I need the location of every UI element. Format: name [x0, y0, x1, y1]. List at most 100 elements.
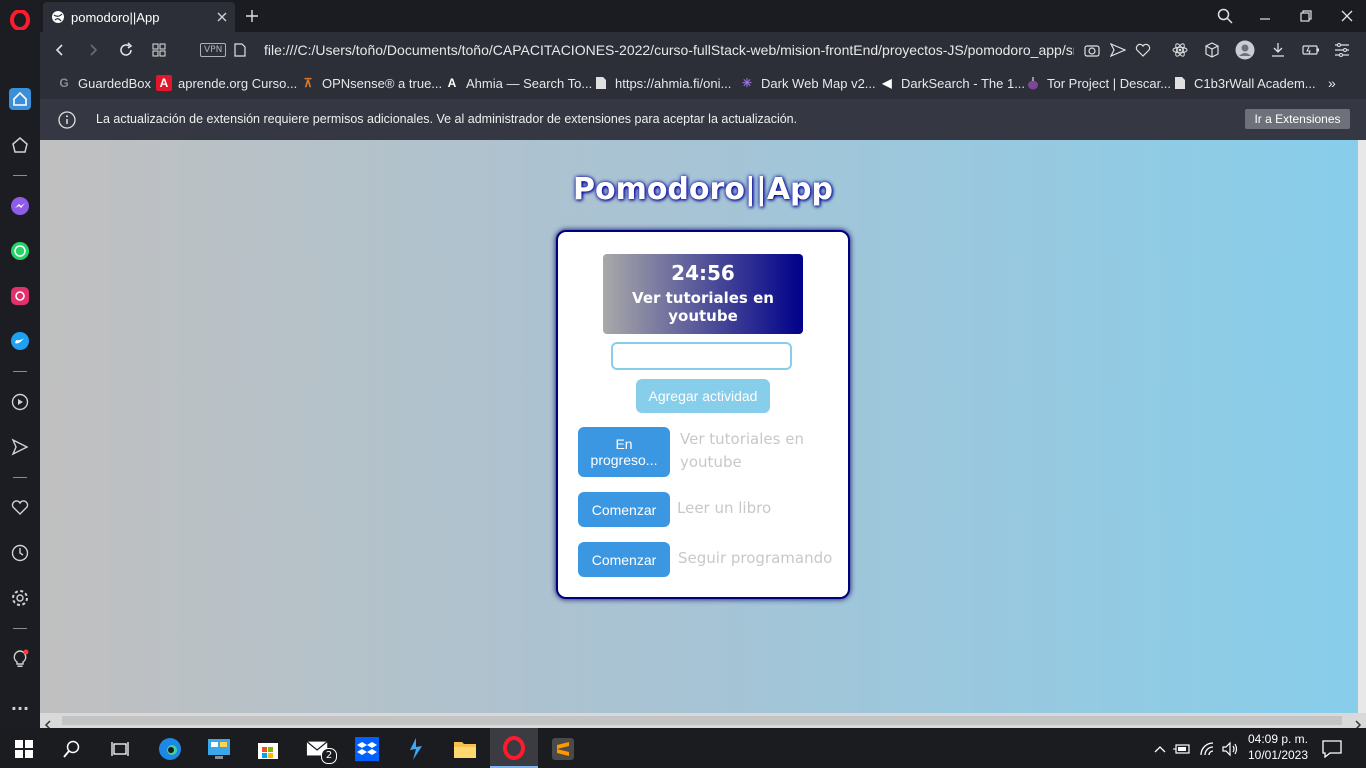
timer-value: 24:56 [671, 261, 735, 285]
timer-display: 24:56 Ver tutoriales en youtube [603, 254, 803, 334]
bookmark-heart-icon[interactable] [1133, 40, 1153, 60]
add-activity-button[interactable]: Agregar actividad [636, 379, 770, 413]
scrollbar-thumb[interactable] [62, 716, 1342, 725]
twitter-icon[interactable] [9, 330, 31, 352]
whatsapp-icon[interactable] [9, 240, 31, 262]
bookmark-c1b3rwall[interactable]: C1b3rWall Academ... [1172, 75, 1316, 91]
wifi-icon[interactable] [1196, 737, 1220, 761]
control-panel-icon[interactable] [207, 737, 231, 761]
task-view-icon[interactable] [108, 737, 132, 761]
forward-icon[interactable] [83, 40, 103, 60]
notice-message: La actualización de extensión requiere p… [96, 112, 798, 126]
bookmark-dark-web-map[interactable]: ✳ Dark Web Map v2... [739, 75, 876, 91]
microsoft-store-icon[interactable] [256, 737, 280, 761]
bookmarks-bar: G GuardedBox A aprende.org Curso... ⊼ OP… [40, 68, 1366, 99]
horizontal-scrollbar[interactable] [40, 713, 1366, 730]
document-icon [1172, 75, 1188, 91]
history-icon[interactable] [9, 542, 31, 564]
opera-sidebar: ··· [0, 0, 40, 728]
task-text: Seguir programando [678, 549, 833, 567]
page-viewport: Pomodoro||App 24:56 Ver tutoriales en yo… [40, 140, 1366, 713]
guardedbox-icon: G [59, 76, 69, 90]
go-to-extensions-button[interactable]: Ir a Extensiones [1245, 109, 1350, 129]
dark-web-map-icon: ✳ [741, 76, 753, 90]
task-start-button[interactable]: Comenzar [578, 492, 670, 527]
url-field[interactable]: file:///C:/Users/toño/Documents/toño/CAP… [264, 42, 1074, 58]
battery-saver-icon[interactable] [1301, 40, 1321, 60]
bookmark-guardedbox[interactable]: G GuardedBox [56, 75, 151, 91]
sublime-text-icon[interactable] [551, 737, 575, 761]
aprende-logo-icon: A [156, 75, 172, 91]
heart-icon[interactable] [9, 497, 31, 519]
windows-start-icon[interactable] [12, 737, 36, 761]
bookmark-darksearch[interactable]: ◀ DarkSearch - The 1... [879, 75, 1025, 91]
opera-logo-icon[interactable] [9, 9, 31, 31]
vertical-scrollbar[interactable] [1358, 140, 1366, 713]
settings-gear-icon[interactable] [9, 587, 31, 609]
react-devtools-icon[interactable] [1170, 40, 1190, 60]
edge-browser-icon[interactable] [158, 737, 182, 761]
opera-taskbar-active[interactable] [490, 728, 538, 768]
taskbar-clock[interactable]: 04:09 p. m. 10/01/2023 [1240, 731, 1316, 763]
bookmark-ahmia-onion[interactable]: https://ahmia.fi/oni... [593, 75, 731, 91]
more-options-icon[interactable]: ··· [9, 697, 31, 719]
tab-title: pomodoro||App [71, 9, 160, 25]
instagram-icon[interactable] [9, 285, 31, 307]
tab-strip: pomodoro||App [40, 0, 1366, 32]
info-icon [58, 111, 76, 133]
restore-icon[interactable] [1296, 6, 1316, 26]
task-text: Ver tutoriales en youtube [680, 430, 804, 471]
extension-cube-icon[interactable] [1202, 40, 1222, 60]
dropbox-icon[interactable] [355, 737, 379, 761]
speed-dial-home-icon[interactable] [9, 88, 31, 110]
windows-taskbar: 2 04:09 p. m. 10/01/2023 [0, 728, 1366, 768]
task-text: Leer un libro [677, 499, 772, 517]
back-icon[interactable] [50, 40, 70, 60]
page-file-icon [230, 40, 250, 60]
darksearch-icon: ◀ [882, 76, 892, 90]
downloads-icon[interactable] [1268, 40, 1288, 60]
snapshot-camera-icon[interactable] [1082, 40, 1102, 60]
close-window-icon[interactable] [1337, 6, 1357, 26]
lightbulb-icon[interactable] [9, 648, 31, 670]
globe-icon [52, 11, 64, 23]
bookmark-tor-project[interactable]: Tor Project | Descar... [1025, 75, 1171, 91]
notifications-icon[interactable] [1320, 737, 1344, 761]
new-tab-icon[interactable] [242, 6, 262, 26]
tab-search-icon[interactable] [1215, 6, 1235, 26]
mail-icon[interactable]: 2 [306, 737, 337, 764]
task-start-button[interactable]: Comenzar [578, 542, 670, 577]
my-flow-icon[interactable] [9, 134, 31, 156]
vpn-badge[interactable]: VPN [200, 43, 227, 57]
send-icon[interactable] [9, 436, 31, 458]
minimize-icon[interactable] [1255, 6, 1275, 26]
profile-avatar[interactable] [1235, 40, 1255, 60]
easy-setup-menu-icon[interactable] [1332, 40, 1352, 60]
file-explorer-icon[interactable] [453, 737, 477, 761]
task-status-button[interactable]: En progreso... [578, 427, 670, 477]
player-icon[interactable] [9, 391, 31, 413]
bookmark-ahmia[interactable]: A Ahmia — Search To... [444, 75, 593, 91]
activity-input[interactable] [611, 342, 792, 370]
tab-close-icon[interactable] [215, 9, 229, 28]
document-icon [593, 75, 609, 91]
battery-icon[interactable] [1170, 737, 1194, 761]
share-send-icon[interactable] [1108, 40, 1128, 60]
search-icon[interactable] [60, 737, 84, 761]
extension-notice-bar: La actualización de extensión requiere p… [40, 99, 1366, 140]
ahmia-icon: A [447, 76, 457, 90]
opera-icon [503, 736, 525, 760]
bookmarks-overflow-icon[interactable]: » [1328, 75, 1336, 91]
current-task-name: Ver tutoriales en youtube [632, 289, 774, 325]
browser-tab[interactable]: pomodoro||App [43, 2, 235, 32]
bookmark-opnsense[interactable]: ⊼ OPNsense® a true... [300, 75, 443, 91]
app-title: Pomodoro||App [572, 172, 834, 207]
clock-time: 04:09 p. m. [1247, 732, 1309, 746]
reload-icon[interactable] [116, 40, 136, 60]
tabs-grid-icon[interactable] [149, 40, 169, 60]
messenger-icon[interactable] [9, 195, 31, 217]
bookmark-aprende[interactable]: A aprende.org Curso... [156, 75, 297, 91]
volume-icon[interactable] [1218, 737, 1242, 761]
show-hidden-icons-chevron[interactable] [1148, 737, 1172, 761]
visual-studio-icon[interactable] [404, 737, 428, 761]
